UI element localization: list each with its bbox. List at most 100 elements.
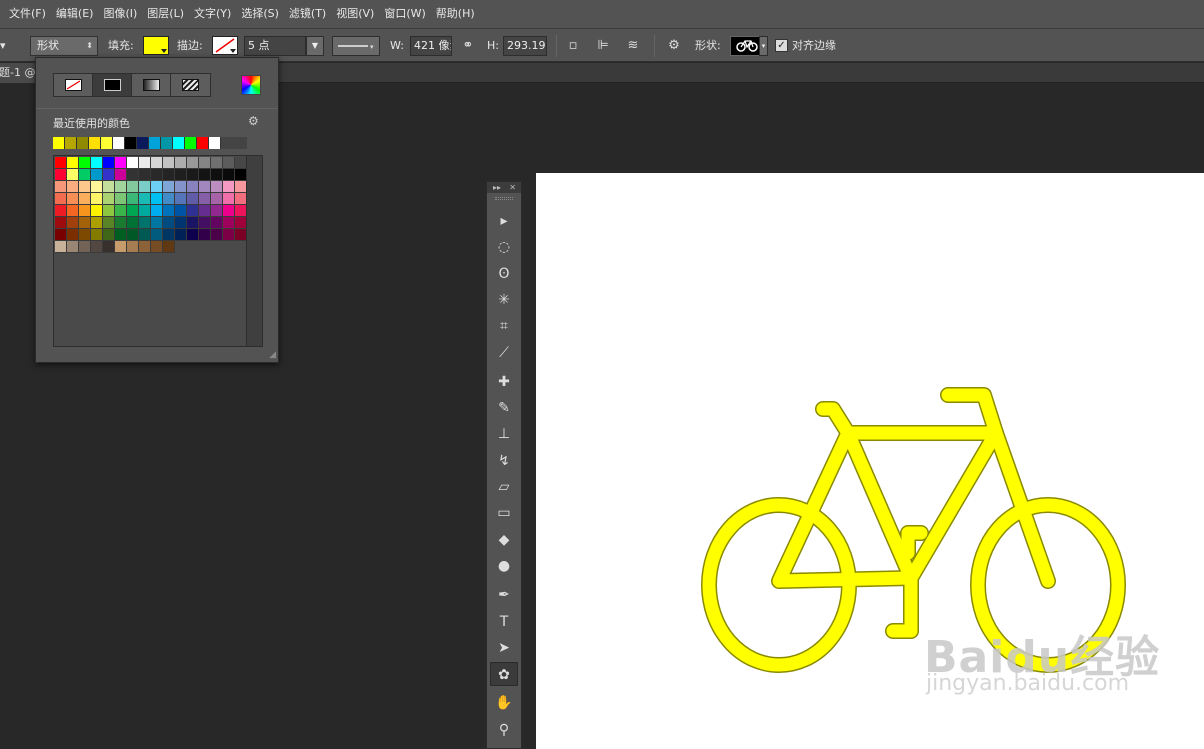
color-swatch[interactable] [223, 205, 235, 217]
move-tool[interactable]: ▸ [490, 209, 518, 233]
recent-color-swatch[interactable] [185, 137, 197, 149]
color-swatch[interactable] [139, 217, 151, 229]
recent-color-swatch[interactable] [209, 137, 221, 149]
color-swatch[interactable] [175, 181, 187, 193]
color-swatch[interactable] [151, 241, 163, 253]
width-field[interactable]: 421 像素 [410, 36, 452, 56]
color-swatch[interactable] [139, 157, 151, 169]
blur-tool[interactable]: ◆ [490, 528, 518, 552]
color-swatch[interactable] [175, 229, 187, 241]
color-swatch[interactable] [55, 205, 67, 217]
color-swatch[interactable] [79, 181, 91, 193]
color-swatch[interactable] [91, 157, 103, 169]
color-swatch[interactable] [139, 181, 151, 193]
color-picker-button[interactable] [241, 75, 261, 95]
color-swatch[interactable] [91, 181, 103, 193]
recent-color-swatch[interactable] [197, 137, 209, 149]
color-swatch[interactable] [175, 193, 187, 205]
type-tool[interactable]: T [490, 610, 518, 634]
recent-color-swatch[interactable] [53, 137, 65, 149]
zoom-tool[interactable]: ⚲ [490, 718, 518, 742]
eyedropper-tool[interactable]: ⟋ [490, 341, 518, 365]
recent-color-swatch[interactable] [161, 137, 173, 149]
solid-color-button[interactable] [93, 74, 132, 96]
color-swatch[interactable] [199, 217, 211, 229]
color-swatch[interactable] [163, 181, 175, 193]
color-swatch[interactable] [139, 205, 151, 217]
color-swatch[interactable] [163, 217, 175, 229]
color-swatch[interactable] [103, 205, 115, 217]
color-swatch[interactable] [67, 241, 79, 253]
color-swatch[interactable] [199, 169, 211, 181]
color-swatch[interactable] [103, 157, 115, 169]
shape-picker[interactable] [730, 36, 760, 56]
color-swatch[interactable] [55, 157, 67, 169]
expand-icon[interactable]: ▸▸ [493, 182, 501, 193]
color-swatch[interactable] [103, 169, 115, 181]
color-swatch[interactable] [163, 241, 175, 253]
color-swatch[interactable] [187, 169, 199, 181]
color-swatch[interactable] [103, 241, 115, 253]
color-swatch[interactable] [115, 217, 127, 229]
color-swatch[interactable] [91, 193, 103, 205]
color-swatch[interactable] [91, 229, 103, 241]
color-swatch[interactable] [151, 229, 163, 241]
color-swatch[interactable] [55, 241, 67, 253]
path-operations-icon[interactable]: ▫ [564, 37, 582, 55]
color-swatch[interactable] [67, 205, 79, 217]
color-swatch[interactable] [223, 193, 235, 205]
link-icon[interactable]: ⚭ [459, 37, 477, 55]
color-swatch[interactable] [115, 241, 127, 253]
color-swatch[interactable] [67, 193, 79, 205]
canvas[interactable]: Baidu经验 jingyan.baidu.com [536, 173, 1204, 749]
color-swatch[interactable] [223, 181, 235, 193]
color-swatch[interactable] [199, 193, 211, 205]
color-swatch[interactable] [103, 217, 115, 229]
lasso-tool[interactable]: ʘ [490, 262, 518, 286]
magic-wand-tool[interactable]: ✳ [490, 288, 518, 312]
gradient-button[interactable] [132, 74, 171, 96]
recent-color-swatch[interactable] [149, 137, 161, 149]
color-swatch[interactable] [163, 169, 175, 181]
color-swatch[interactable] [151, 181, 163, 193]
color-swatch[interactable] [163, 205, 175, 217]
color-swatch[interactable] [163, 193, 175, 205]
color-swatch[interactable] [79, 241, 91, 253]
menu-item-5[interactable]: 选择(S) [236, 0, 284, 28]
color-swatch[interactable] [211, 205, 223, 217]
color-swatch[interactable] [187, 229, 199, 241]
eraser-tool[interactable]: ▱ [490, 475, 518, 499]
color-swatch[interactable] [199, 205, 211, 217]
color-swatch[interactable] [139, 193, 151, 205]
color-swatch[interactable] [187, 181, 199, 193]
color-swatch[interactable] [199, 181, 211, 193]
color-swatch[interactable] [115, 157, 127, 169]
tools-panel-header[interactable]: ▸▸ ✕ [487, 182, 521, 193]
color-swatch[interactable] [187, 217, 199, 229]
color-swatch[interactable] [55, 229, 67, 241]
color-swatch[interactable] [103, 181, 115, 193]
color-swatch[interactable] [67, 217, 79, 229]
color-swatch[interactable] [127, 157, 139, 169]
color-swatch[interactable] [91, 169, 103, 181]
color-swatch[interactable] [127, 241, 139, 253]
stroke-swatch[interactable] [212, 36, 238, 55]
color-swatch[interactable] [211, 193, 223, 205]
resize-grip-icon[interactable]: ◢ [269, 350, 276, 360]
color-swatch[interactable] [151, 217, 163, 229]
path-arrangement-icon[interactable]: ≋ [624, 37, 642, 55]
color-swatch[interactable] [127, 205, 139, 217]
color-swatch[interactable] [91, 217, 103, 229]
color-swatch[interactable] [187, 205, 199, 217]
swatches-scrollbar[interactable] [246, 156, 262, 346]
recent-color-swatch[interactable] [89, 137, 101, 149]
menu-item-9[interactable]: 帮助(H) [431, 0, 480, 28]
color-swatch[interactable] [67, 229, 79, 241]
hand-tool[interactable]: ✋ [490, 691, 518, 715]
recent-color-swatch[interactable] [77, 137, 89, 149]
color-swatch[interactable] [151, 169, 163, 181]
menu-item-3[interactable]: 图层(L) [142, 0, 189, 28]
gradient-tool[interactable]: ▭ [490, 501, 518, 525]
color-swatch[interactable] [211, 229, 223, 241]
color-swatch[interactable] [91, 205, 103, 217]
